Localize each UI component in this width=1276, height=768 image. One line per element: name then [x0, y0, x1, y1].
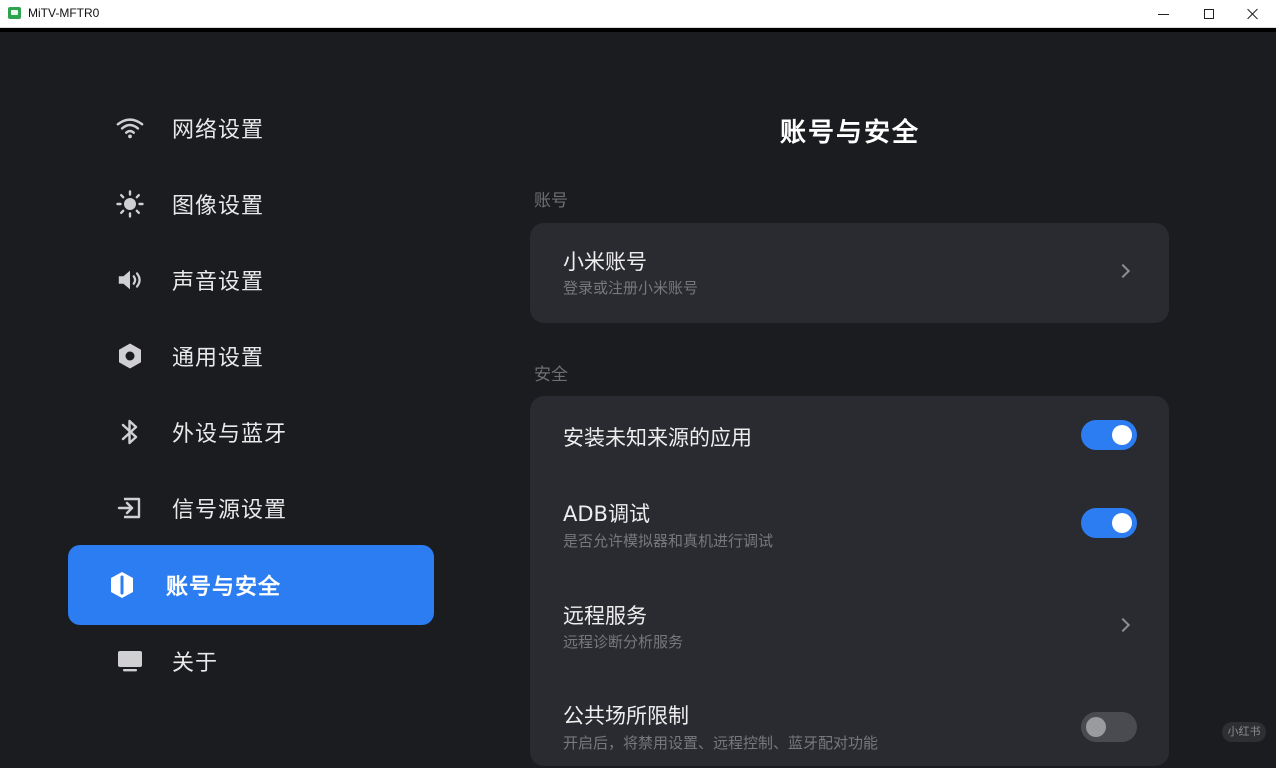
maximize-icon [1204, 9, 1214, 19]
sidebar-item-label: 声音设置 [172, 270, 265, 295]
watermark: 小红书 [1222, 722, 1266, 742]
sidebar-item-label: 外设与蓝牙 [172, 422, 288, 447]
sidebar-item-label: 图像设置 [172, 194, 265, 219]
window-title: MiTV-MFTR0 [28, 6, 100, 20]
sidebar-item-label: 账号与安全 [166, 575, 282, 600]
sidebar-item-label: 关于 [172, 651, 219, 676]
sidebar-item-bluetooth[interactable]: 外设与蓝牙 [68, 392, 434, 472]
sidebar-item-about[interactable]: 关于 [68, 621, 434, 701]
speaker-icon [116, 266, 144, 294]
security-card: 安装未知来源的应用 ADB调试 是否允许模拟器和真机进行调试 远程服务 远程诊断… [530, 396, 1169, 766]
maximize-button[interactable] [1186, 0, 1232, 28]
toggle-knob [1086, 717, 1106, 737]
sidebar-item-account-security[interactable]: 账号与安全 [68, 545, 434, 625]
sidebar-item-picture[interactable]: 图像设置 [68, 164, 434, 244]
row-title: 公共场所限制 [563, 704, 689, 728]
sidebar-item-label: 通用设置 [172, 346, 265, 371]
close-button[interactable] [1230, 0, 1276, 28]
brightness-icon [116, 190, 144, 218]
adb-debug-row[interactable]: ADB调试 是否允许模拟器和真机进行调试 [530, 484, 1169, 574]
tv-icon [116, 647, 144, 675]
row-subtitle: 开启后，将禁用设置、远程控制、蓝牙配对功能 [563, 734, 879, 752]
account-card: 小米账号 登录或注册小米账号 [530, 223, 1169, 323]
row-subtitle: 登录或注册小米账号 [563, 279, 699, 297]
xiaomi-account-row[interactable]: 小米账号 登录或注册小米账号 [530, 223, 1169, 323]
app-icon [8, 7, 21, 19]
page-title: 账号与安全 [779, 118, 920, 148]
close-icon [1247, 8, 1259, 20]
sidebar-item-general[interactable]: 通用设置 [68, 316, 434, 396]
shield-icon [108, 571, 136, 599]
chevron-right-icon [1115, 617, 1131, 633]
sidebar-item-label: 信号源设置 [172, 498, 288, 523]
wifi-icon [116, 114, 144, 142]
sidebar-item-sound[interactable]: 声音设置 [68, 240, 434, 320]
row-title: 远程服务 [563, 604, 647, 628]
sidebar-item-label: 网络设置 [172, 118, 265, 143]
sidebar-item-network[interactable]: 网络设置 [68, 88, 434, 168]
sidebar-item-input-source[interactable]: 信号源设置 [68, 468, 434, 548]
unknown-sources-toggle[interactable] [1081, 420, 1137, 450]
section-label-account: 账号 [534, 191, 568, 211]
row-subtitle: 是否允许模拟器和真机进行调试 [563, 532, 774, 550]
row-title: 安装未知来源的应用 [563, 426, 752, 450]
hexagon-settings-icon [116, 342, 144, 370]
remote-service-row[interactable]: 远程服务 远程诊断分析服务 [530, 586, 1169, 676]
toggle-knob [1112, 513, 1132, 533]
bluetooth-icon [116, 418, 144, 446]
public-place-limit-toggle[interactable] [1081, 712, 1137, 742]
row-subtitle: 远程诊断分析服务 [563, 633, 684, 651]
public-place-limit-row[interactable]: 公共场所限制 开启后，将禁用设置、远程控制、蓝牙配对功能 [530, 688, 1169, 768]
minimize-icon [1157, 13, 1169, 15]
window-title-bar: MiTV-MFTR0 [0, 0, 1276, 28]
input-source-icon [116, 494, 144, 522]
chevron-right-icon [1115, 263, 1131, 279]
section-label-security: 安全 [534, 365, 568, 385]
title-divider [0, 28, 1276, 32]
row-title: 小米账号 [563, 250, 647, 274]
row-title: ADB调试 [563, 502, 650, 526]
toggle-knob [1112, 425, 1132, 445]
adb-debug-toggle[interactable] [1081, 508, 1137, 538]
unknown-sources-row[interactable]: 安装未知来源的应用 [530, 396, 1169, 474]
minimize-button[interactable] [1140, 0, 1186, 28]
